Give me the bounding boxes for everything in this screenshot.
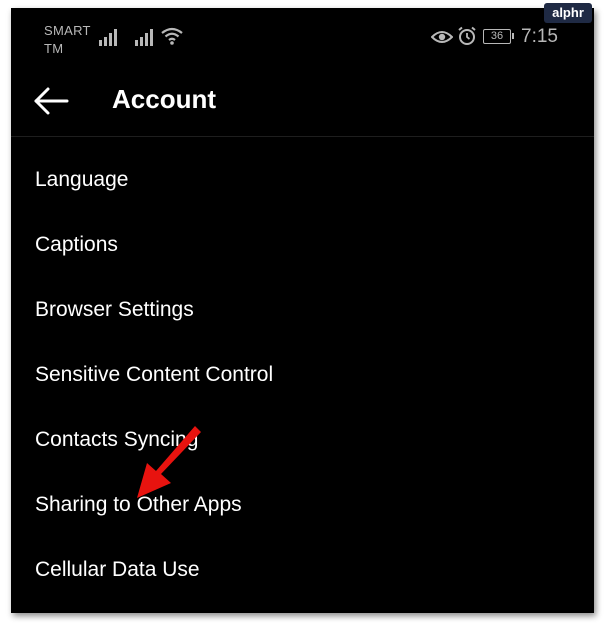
- menu-item-cellular-data-use[interactable]: Cellular Data Use: [35, 550, 200, 590]
- wifi-icon: [161, 27, 183, 45]
- menu-item-captions[interactable]: Captions: [35, 225, 118, 265]
- phone-screen: SMART TM 36 7:15 Account Language Captio…: [11, 8, 594, 613]
- signal-icon: [99, 29, 117, 46]
- carrier-label: SMART TM: [44, 23, 91, 56]
- battery-indicator: 36: [483, 29, 514, 44]
- watermark-logo: alphr: [544, 3, 592, 23]
- menu-item-sensitive-content-control[interactable]: Sensitive Content Control: [35, 355, 273, 395]
- eye-icon: [431, 31, 453, 43]
- clock: 7:15: [521, 26, 558, 47]
- menu-item-browser-settings[interactable]: Browser Settings: [35, 290, 194, 330]
- page-title: Account: [112, 84, 216, 114]
- back-arrow-icon[interactable]: [33, 86, 69, 116]
- annotation-arrow-icon: [137, 426, 201, 498]
- alarm-icon: [458, 26, 476, 45]
- status-bar: SMART TM 36 7:15: [11, 8, 594, 70]
- app-header: Account: [11, 70, 594, 137]
- menu-item-language[interactable]: Language: [35, 160, 128, 200]
- signal-icon: [135, 29, 153, 46]
